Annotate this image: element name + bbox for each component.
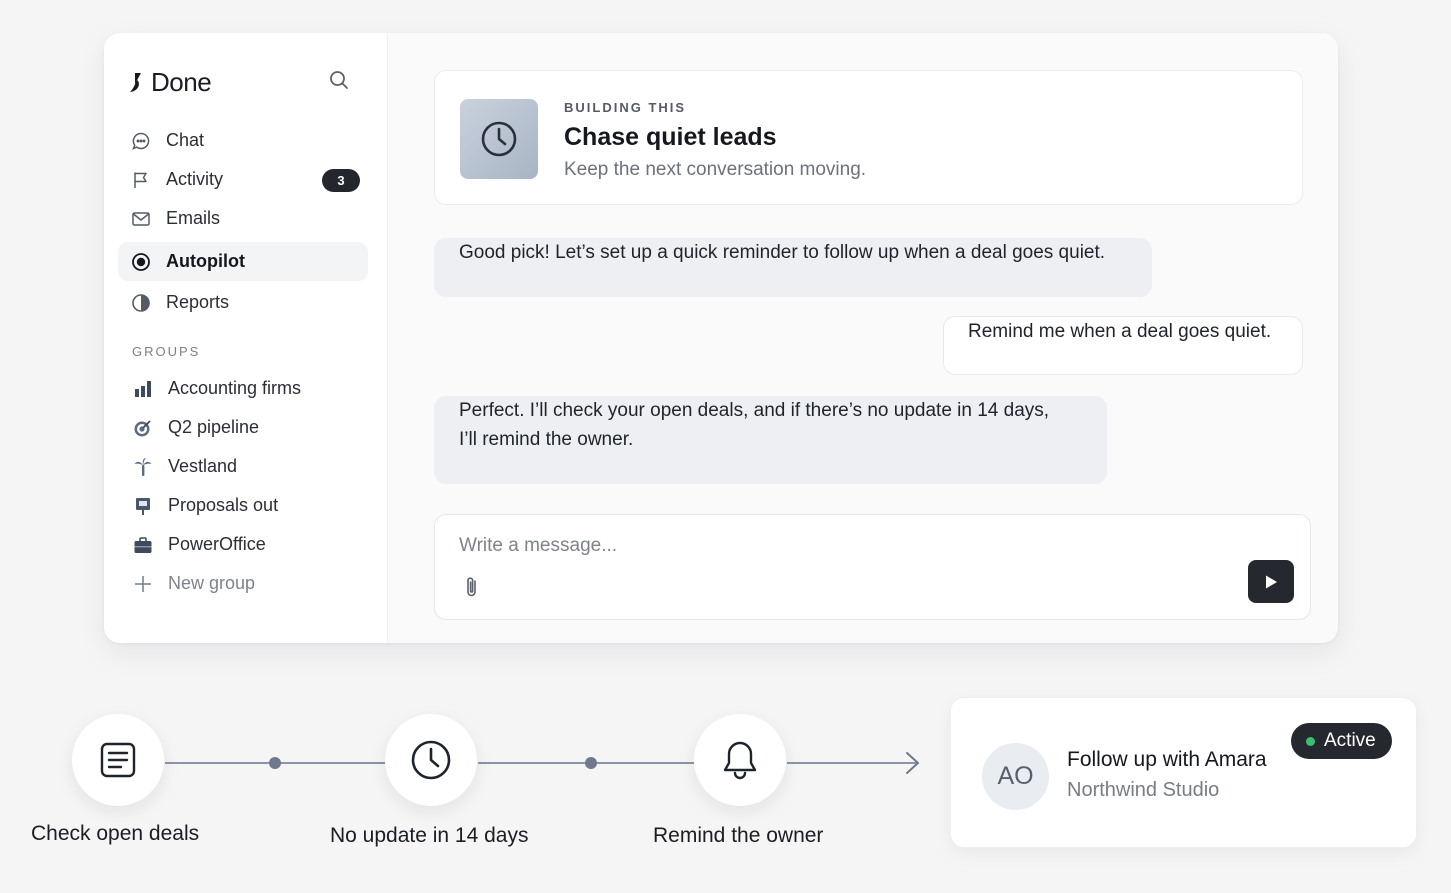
nav-label: Reports [166,292,230,312]
new-group-button[interactable]: New group [118,564,368,603]
task-company: Northwind Studio [1067,779,1220,801]
flow-dot [585,757,597,769]
flow-step-label: Check open deals [31,822,200,845]
automation-title: Chase quiet leads [564,123,777,151]
briefcase-icon [132,534,154,556]
play-icon [1266,575,1277,588]
brand-logo-icon [130,72,141,92]
plus-icon [132,573,154,595]
flow-step-label: No update in 14 days [330,824,529,847]
flow-step-label: Remind the owner [653,824,824,847]
user-message: Remind me when a deal goes quiet. [943,316,1303,375]
nav-item-emails[interactable]: Emails [118,199,368,238]
paperclip-icon[interactable] [463,575,481,599]
avatar: AO [982,743,1049,810]
nav-label: Autopilot [166,251,245,271]
bar-chart-icon [132,378,154,400]
group-label: Proposals out [168,495,279,515]
bullseye-icon [132,417,154,439]
group-item-proposals-out[interactable]: Proposals out [118,486,368,525]
nav-label: Activity [166,169,224,189]
groups-list: Accounting firms Q2 pipeline Vestland Pr… [118,369,368,603]
new-group-label: New group [168,573,256,593]
automation-card: BUILDING THIS Chase quiet leads Keep the… [434,70,1303,205]
group-label: PowerOffice [168,534,266,554]
group-item-accounting-firms[interactable]: Accounting firms [118,369,368,408]
mail-icon [130,208,152,230]
brand[interactable]: Done [128,67,212,98]
arrow-head-icon [906,752,919,774]
nav-item-activity[interactable]: Activity 3 [118,160,368,199]
nav-item-chat[interactable]: Chat [118,121,368,160]
nav-label: Chat [166,130,205,150]
document-icon [100,742,136,778]
flow-step-check [72,714,164,806]
chat-bubble-icon [130,130,152,152]
nav-item-autopilot[interactable]: Autopilot [118,242,368,281]
flag-icon [130,169,152,191]
bot-message-line: Perfect. I’ll check your open deals, and… [459,400,1050,421]
group-item-vestland[interactable]: Vestland [118,447,368,486]
flow-dot [269,757,281,769]
message-input[interactable] [459,535,1159,557]
task-title: Follow up with Amara [1067,748,1267,771]
bell-icon [723,741,757,780]
search-icon[interactable] [328,69,350,91]
message-composer [434,514,1311,620]
bot-message: Perfect. I’ll check your open deals, and… [434,396,1107,484]
status-dot-icon [1306,737,1315,746]
clock-icon [411,740,451,780]
group-item-poweroffice[interactable]: PowerOffice [118,525,368,564]
chat-panel: BUILDING THIS Chase quiet leads Keep the… [388,33,1338,643]
bot-message-line: I’ll remind the owner. [459,429,634,450]
automation-eyebrow: BUILDING THIS [564,100,687,115]
group-label: Vestland [168,456,238,476]
send-button[interactable] [1248,560,1294,603]
sidebar: Done Chat Activity 3 Emails Autopilot Re… [104,33,388,643]
group-item-q2-pipeline[interactable]: Q2 pipeline [118,408,368,447]
flow-connector [787,762,917,764]
status-badge: Active [1291,723,1392,759]
followup-task-card[interactable]: AO Follow up with Amara Northwind Studio… [950,697,1417,848]
groups-heading: GROUPS [132,344,201,359]
bot-message: Good pick! Let’s set up a quick reminder… [434,238,1152,297]
pie-chart-icon [130,292,152,314]
clock-icon [481,121,517,157]
nav-item-reports[interactable]: Reports [118,283,368,322]
automation-subtitle: Keep the next conversation moving. [564,159,867,180]
flow-step-remind [694,714,786,806]
presentation-icon [132,495,154,517]
status-label: Active [1324,730,1376,751]
activity-count-badge: 3 [322,169,360,192]
palm-tree-icon [132,456,154,478]
group-label: Q2 pipeline [168,417,260,437]
group-label: Accounting firms [168,378,302,398]
brand-name: Done [151,67,212,97]
target-icon [130,251,152,273]
app-window: Done Chat Activity 3 Emails Autopilot Re… [104,33,1338,643]
main-nav: Chat Activity 3 Emails Autopilot Reports [118,121,368,322]
automation-thumbnail [460,99,538,179]
nav-label: Emails [166,208,221,228]
flow-step-wait [385,714,477,806]
